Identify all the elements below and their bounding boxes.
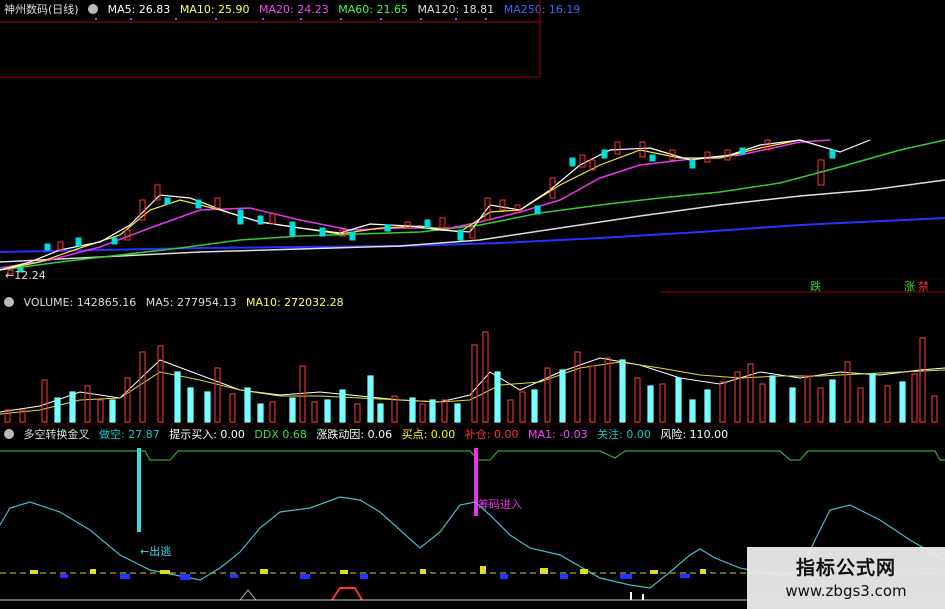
ma60-line (0, 139, 945, 271)
volume-ma10-label: MA10: 272032.28 (245, 296, 344, 309)
exit-annotation: ←出逃 (140, 545, 172, 558)
indicator-driver: 涨跌动因: 0.06 (316, 428, 393, 441)
watermark-title: 指标公式网 (795, 557, 896, 579)
indicator-buy-hint: 提示买入: 0.00 (169, 428, 245, 441)
volume-bars (4, 331, 938, 423)
entry-annotation: 筹码进入 (478, 498, 522, 511)
indicator-add-position: 补仓: 0.00 (464, 428, 519, 441)
indicator-ma1: MA1: -0.03 (527, 428, 588, 441)
indicator-short: 做空: 27.87 (99, 428, 160, 441)
volume-label: VOLUME: 142865.16 (23, 296, 137, 309)
volume-settings-gear-icon[interactable] (4, 297, 14, 307)
watermark: 指标公式网 www.zbgs3.com (747, 547, 945, 609)
volume-ma5-label: MA5: 277954.13 (145, 296, 237, 309)
indicator-watch: 关注: 0.00 (597, 428, 651, 441)
indicator-risk: 风险: 110.00 (660, 428, 729, 441)
indicator-panel-header: 多空转换金叉 做空: 27.87 提示买入: 0.00 DDX 0.68 涨跌动… (4, 428, 734, 442)
indicator-title: 多空转换金叉 (23, 428, 90, 441)
down-signal-label: 跌 (810, 280, 821, 293)
flag-signal-label: 禁 (918, 280, 929, 293)
ma5-line (0, 139, 871, 271)
low-price-marker: ←12.24 (5, 269, 46, 282)
volume-panel-header: VOLUME: 142865.16 MA5: 277954.13 MA10: 2… (4, 296, 350, 310)
indicator-ddx: DDX 0.68 (254, 428, 307, 441)
indicator-settings-gear-icon[interactable] (4, 429, 14, 439)
indicator-buy-point: 买点: 0.00 (401, 428, 456, 441)
watermark-url: www.zbgs3.com (785, 582, 907, 600)
indicator-green-line (0, 450, 945, 461)
exit-signal-bar (137, 448, 141, 532)
rise-signal-label: 涨 (904, 280, 915, 293)
